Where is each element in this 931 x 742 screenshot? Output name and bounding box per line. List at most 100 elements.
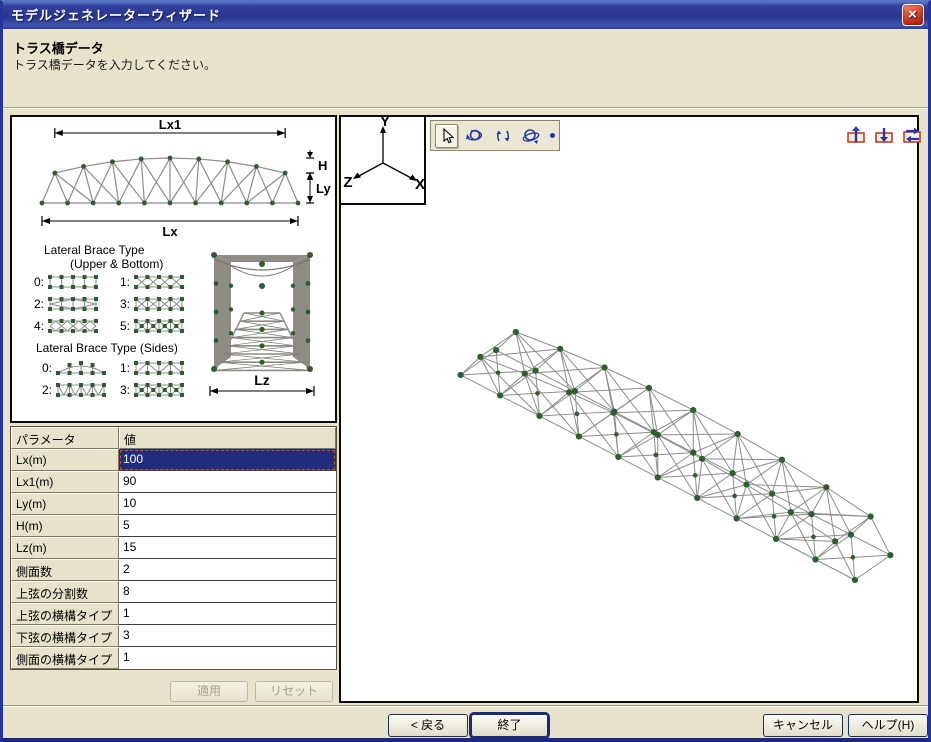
param-value-cell[interactable]: 1	[119, 647, 336, 669]
table-row: Lx1(m) 90	[11, 471, 336, 493]
param-label-cell[interactable]: 側面の横構タイプ	[11, 647, 119, 669]
param-label-cell[interactable]: Lx(m)	[11, 449, 119, 471]
brace-upper-option-2: 2:	[30, 295, 99, 312]
finish-button[interactable]: 終了	[469, 712, 550, 738]
param-value-cell[interactable]: 8	[119, 581, 336, 603]
close-icon: ×	[908, 6, 918, 23]
svg-text:H: H	[318, 158, 327, 173]
rotate-dynamic-button[interactable]	[520, 124, 543, 148]
table-row: 側面の横構タイプ 1	[11, 647, 336, 669]
rotate-vertical-button[interactable]	[492, 124, 515, 148]
table-row: 上弦の横構タイプ 1	[11, 603, 336, 625]
reset-button[interactable]: リセット	[255, 681, 333, 702]
elevation-diagram: Lx1 Lx H Ly	[39, 117, 331, 239]
brace-type-icon	[134, 275, 184, 289]
brace-sides-option-0: 0:	[38, 359, 107, 376]
footer-divider	[3, 705, 928, 707]
brace-option-label: 1:	[119, 360, 130, 375]
param-label-cell[interactable]: 側面数	[11, 559, 119, 581]
brace-option-label: 2:	[41, 382, 52, 397]
brace-upper-option-0: 0:	[30, 273, 99, 290]
brace-upper-option-5: 5:	[116, 317, 185, 334]
close-button[interactable]: ×	[902, 4, 924, 26]
svg-text:Ly: Ly	[316, 181, 331, 196]
page-subtitle: トラス橋データを入力してください。	[13, 58, 217, 72]
bridge-3d-view	[457, 328, 894, 584]
table-header-row: パラメータ 値	[11, 427, 336, 449]
rotate-dynamic-icon	[523, 128, 540, 144]
param-value-cell[interactable]: 100	[119, 449, 336, 471]
help-button[interactable]: ヘルプ(H)	[848, 714, 928, 737]
model-generator-wizard-dialog: モデルジェネレーターウィザード × トラス橋データ トラス橋データを入力してくだ…	[0, 0, 931, 742]
brace-upper-option-1: 1:	[116, 273, 185, 290]
model-viewport[interactable]	[339, 115, 919, 703]
cursor-icon	[443, 127, 454, 143]
svg-text:Lx: Lx	[162, 224, 178, 239]
view-toolbar	[430, 120, 560, 151]
toolbar-more-dot[interactable]	[550, 133, 555, 138]
param-label-cell[interactable]: 上弦の横構タイプ	[11, 603, 119, 625]
swap-refresh-icon[interactable]	[902, 126, 923, 145]
apply-button[interactable]: 適用	[170, 681, 248, 702]
rotate-vertical-icon	[496, 130, 510, 141]
table-row: 上弦の分割数 8	[11, 581, 336, 603]
parameter-table: パラメータ 値 Lx(m) 100 Lx1(m) 90 Ly(m) 10 H(m) 5 Lz(m…	[10, 426, 337, 670]
brace-type-icon	[48, 319, 98, 333]
table-row: Lz(m) 15	[11, 537, 336, 559]
param-label-cell[interactable]: 下弦の横構タイプ	[11, 625, 119, 647]
param-value-cell[interactable]: 90	[119, 471, 336, 493]
brace-upper-subtitle: (Upper & Bottom)	[70, 257, 164, 271]
brace-type-icon	[134, 383, 184, 397]
rotate-orbit-icon	[465, 129, 482, 140]
brace-type-icon	[48, 275, 98, 289]
column-header-parameter: パラメータ	[11, 427, 119, 449]
cancel-button[interactable]: キャンセル	[763, 714, 843, 737]
brace-type-icon	[48, 297, 98, 311]
brace-sides-option-2: 2:	[38, 381, 107, 398]
brace-option-label: 3:	[119, 382, 130, 397]
param-value-cell[interactable]: 15	[119, 537, 336, 559]
param-value-cell[interactable]: 1	[119, 603, 336, 625]
brace-upper-option-4: 4:	[30, 317, 99, 334]
table-row: 側面数 2	[11, 559, 336, 581]
param-value-cell[interactable]: 10	[119, 493, 336, 515]
param-label-cell[interactable]: 上弦の分割数	[11, 581, 119, 603]
param-label-cell[interactable]: Lz(m)	[11, 537, 119, 559]
brace-type-icon	[134, 297, 184, 311]
export-up-icon[interactable]	[846, 126, 867, 145]
brace-option-label: 1:	[119, 274, 130, 289]
rotate-orbit-button[interactable]	[463, 124, 486, 148]
brace-option-label: 2:	[33, 296, 44, 311]
column-header-value: 値	[119, 427, 336, 449]
param-value-cell[interactable]: 2	[119, 559, 336, 581]
brace-sides-option-1: 1:	[116, 359, 185, 376]
schematic-panel: Lx1 Lx H Ly Lateral Brace Type (Upper & Bot…	[10, 115, 337, 423]
param-label-cell[interactable]: Lx1(m)	[11, 471, 119, 493]
param-value-cell[interactable]: 3	[119, 625, 336, 647]
brace-sides-title: Lateral Brace Type (Sides)	[36, 341, 178, 355]
brace-option-label: 0:	[33, 274, 44, 289]
brace-type-icon	[56, 361, 106, 375]
brace-option-label: 3:	[119, 296, 130, 311]
brace-upper-title: Lateral Brace Type	[44, 243, 145, 257]
param-label-cell[interactable]: H(m)	[11, 515, 119, 537]
portal-diagram: Lz	[209, 252, 315, 396]
page-title: トラス橋データ	[13, 41, 104, 56]
table-row: H(m) 5	[11, 515, 336, 537]
brace-type-icon	[134, 361, 184, 375]
brace-option-label: 0:	[41, 360, 52, 375]
titlebar[interactable]: モデルジェネレーターウィザード ×	[3, 2, 928, 29]
axis-indicator: Y X Z	[339, 113, 426, 205]
select-cursor-button[interactable]	[435, 123, 459, 148]
param-value-cell[interactable]: 5	[119, 515, 336, 537]
brace-type-icon	[134, 319, 184, 333]
table-row: Ly(m) 10	[11, 493, 336, 515]
brace-option-label: 5:	[119, 318, 130, 333]
param-label-cell[interactable]: Ly(m)	[11, 493, 119, 515]
viewport-action-icons	[846, 126, 923, 145]
wizard-header: トラス橋データ トラス橋データを入力してください。	[3, 29, 928, 109]
window-title: モデルジェネレーターウィザード	[11, 8, 222, 23]
back-button[interactable]: < 戻る	[388, 714, 468, 737]
brace-upper-option-3: 3:	[116, 295, 185, 312]
import-down-icon[interactable]	[874, 126, 895, 145]
